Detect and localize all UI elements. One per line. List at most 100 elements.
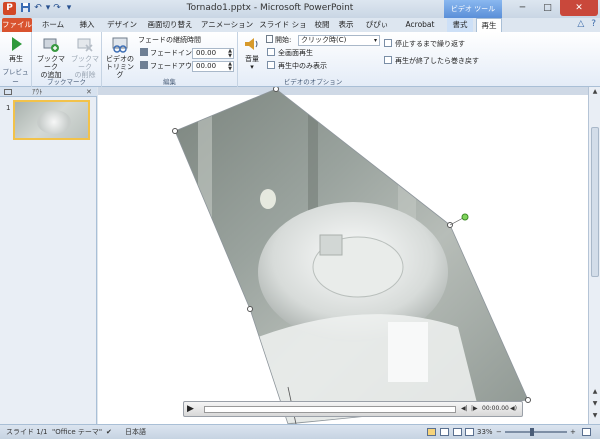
save-icon[interactable]: [19, 2, 31, 15]
video-control-bar: ▶ ◀| |▶ 00:00.00 ◀): [183, 401, 523, 417]
start-select[interactable]: クリック時(C) ▾: [298, 35, 380, 46]
fade-out-value: 00.00: [196, 62, 217, 70]
seek-back-icon[interactable]: ◀|: [461, 405, 468, 412]
tab-transitions[interactable]: 画面切り替え: [144, 18, 196, 32]
previous-slide-icon[interactable]: ▲: [590, 387, 600, 397]
tab-playback[interactable]: 再生: [476, 18, 502, 32]
play-icon: [12, 37, 22, 51]
video-time: 00:00.00: [482, 405, 509, 412]
slide-thumbnail[interactable]: [13, 100, 90, 140]
fade-out-icon: [140, 61, 148, 69]
maximize-button[interactable]: □: [535, 0, 560, 16]
window-title: Tornado1.pptx - Microsoft PowerPoint: [186, 3, 354, 13]
remove-bookmark-button[interactable]: ブックマーク の削除: [68, 35, 102, 79]
rewind-checkbox[interactable]: 再生が終了したら巻き戻す: [384, 56, 479, 67]
tab-home[interactable]: ホーム: [36, 18, 70, 32]
fullscreen-checkbox-box[interactable]: [267, 48, 275, 56]
video-timeline[interactable]: [204, 406, 456, 413]
scroll-down-icon[interactable]: ▼: [590, 411, 600, 421]
status-bar: スライド 1/1 "Office テーマ" ✔ 日本語 33% − +: [0, 424, 600, 439]
next-slide-icon[interactable]: ▼: [590, 399, 600, 409]
rewind-checkbox-box[interactable]: [384, 56, 392, 64]
fade-out-input[interactable]: 00.00 ▲ ▼: [192, 61, 234, 72]
rotate-handle[interactable]: [461, 213, 469, 221]
tab-view[interactable]: 表示: [336, 18, 356, 32]
tab-pipii[interactable]: ぴぴぃ: [362, 18, 392, 32]
loop-checkbox[interactable]: 停止するまで繰り返す: [384, 39, 465, 50]
start-text: 開始:: [275, 36, 292, 44]
hide-label: 再生中のみ表示: [278, 62, 327, 70]
close-icon[interactable]: ✕: [86, 87, 92, 97]
group-video-options: 音量 ▾ 開始: クリック時(C) ▾ 全画面再生 再生中のみ表示 停止するまで…: [238, 32, 479, 87]
redo-icon[interactable]: ↷: [51, 2, 63, 15]
add-bookmark-button[interactable]: ブックマーク の追加: [34, 35, 68, 79]
tab-design[interactable]: デザイン: [104, 18, 140, 32]
slide-number: 1: [6, 104, 11, 112]
trim-label-1: ビデオの: [106, 55, 134, 63]
slide-sorter-view-icon[interactable]: [440, 428, 449, 436]
outline-tab[interactable]: ｱｳﾄ: [32, 87, 43, 97]
customize-qat-icon[interactable]: ▾: [63, 2, 75, 15]
play-icon[interactable]: ▶: [187, 404, 199, 415]
trim-video-icon: [112, 37, 128, 53]
volume-label: 音量: [245, 55, 259, 63]
group-preview: 再生 プレビュー: [0, 32, 32, 87]
vertical-scrollbar[interactable]: ▲ ▲ ▼ ▼: [588, 87, 600, 424]
remove-bookmark-icon: [77, 38, 93, 52]
volume-button[interactable]: 音量 ▾: [240, 35, 264, 71]
collapse-ribbon-icon[interactable]: △: [577, 19, 584, 29]
group-label-bookmarks: ブックマーク: [47, 78, 86, 86]
loop-label: 停止するまで繰り返す: [395, 40, 465, 48]
theme-name[interactable]: "Office テーマ": [52, 425, 102, 439]
fit-slide-icon[interactable]: [582, 428, 591, 436]
zoom-slider-handle[interactable]: [530, 428, 534, 436]
zoom-slider[interactable]: [505, 431, 567, 433]
hide-checkbox-box[interactable]: [267, 61, 275, 69]
seek-forward-icon[interactable]: |▶: [471, 405, 478, 412]
volume-icon: [245, 38, 258, 50]
fade-in-input[interactable]: 00.00 ▲ ▼: [192, 48, 234, 59]
scroll-thumb[interactable]: [591, 127, 599, 277]
fullscreen-checkbox[interactable]: 全画面再生: [267, 48, 313, 59]
group-label-video-options: ビデオのオプション: [283, 78, 343, 86]
help-icon[interactable]: ?: [591, 19, 596, 29]
tab-insert[interactable]: 挿入: [74, 18, 100, 32]
reading-view-icon[interactable]: [453, 428, 462, 436]
zoom-level[interactable]: 33%: [477, 425, 493, 439]
fade-in-spin-icon[interactable]: ▲ ▼: [228, 49, 232, 59]
tab-animations[interactable]: アニメーション: [199, 18, 255, 32]
trim-video-button[interactable]: ビデオの トリミング: [104, 35, 136, 79]
slides-panel: ｱｳﾄ ✕ 1: [0, 87, 97, 424]
slideshow-view-icon[interactable]: [465, 428, 474, 436]
spelling-icon[interactable]: ✔: [106, 425, 112, 439]
volume-icon[interactable]: ◀): [510, 405, 517, 412]
normal-view-icon[interactable]: [427, 428, 436, 436]
scroll-up-icon[interactable]: ▲: [590, 87, 600, 97]
minimize-button[interactable]: ─: [510, 0, 535, 16]
loop-checkbox-box[interactable]: [384, 39, 392, 47]
tab-review[interactable]: 校閲: [312, 18, 332, 32]
play-preview-button[interactable]: 再生: [2, 35, 30, 63]
add-bookmark-icon: [43, 38, 59, 52]
powerpoint-logo-icon[interactable]: P: [3, 2, 16, 15]
slide-canvas[interactable]: [98, 87, 588, 424]
thumbnail-image: [37, 110, 71, 134]
fade-out-spin-icon[interactable]: ▲ ▼: [228, 62, 232, 72]
group-edit: ビデオの トリミング フェードの継続時間 フェードイン: 00.00 ▲ ▼ フェ…: [102, 32, 238, 87]
close-button[interactable]: ✕: [560, 0, 598, 16]
hide-when-not-playing-checkbox[interactable]: 再生中のみ表示: [267, 61, 327, 72]
tab-format[interactable]: 書式: [447, 18, 473, 32]
zoom-out-button[interactable]: −: [496, 425, 502, 439]
slides-tab-icon[interactable]: [4, 87, 12, 97]
rewind-label: 再生が終了したら巻き戻す: [395, 57, 479, 65]
group-bookmarks: ブックマーク の追加 ブックマーク の削除 ブックマーク: [32, 32, 102, 87]
group-label-preview: プレビュー: [2, 68, 29, 86]
title-bar: P ↶ ▾ ↷ ▾ Tornado1.pptx - Microsoft Powe…: [0, 0, 600, 18]
language-indicator[interactable]: 日本語: [125, 425, 146, 439]
help-area: △ ?: [577, 19, 596, 29]
tab-slideshow[interactable]: スライド ショー: [257, 18, 309, 43]
zoom-in-button[interactable]: +: [570, 425, 576, 439]
panel-tabs: ｱｳﾄ ✕: [0, 87, 97, 97]
tab-file[interactable]: ファイル: [2, 18, 32, 32]
tab-acrobat[interactable]: Acrobat: [403, 18, 437, 32]
